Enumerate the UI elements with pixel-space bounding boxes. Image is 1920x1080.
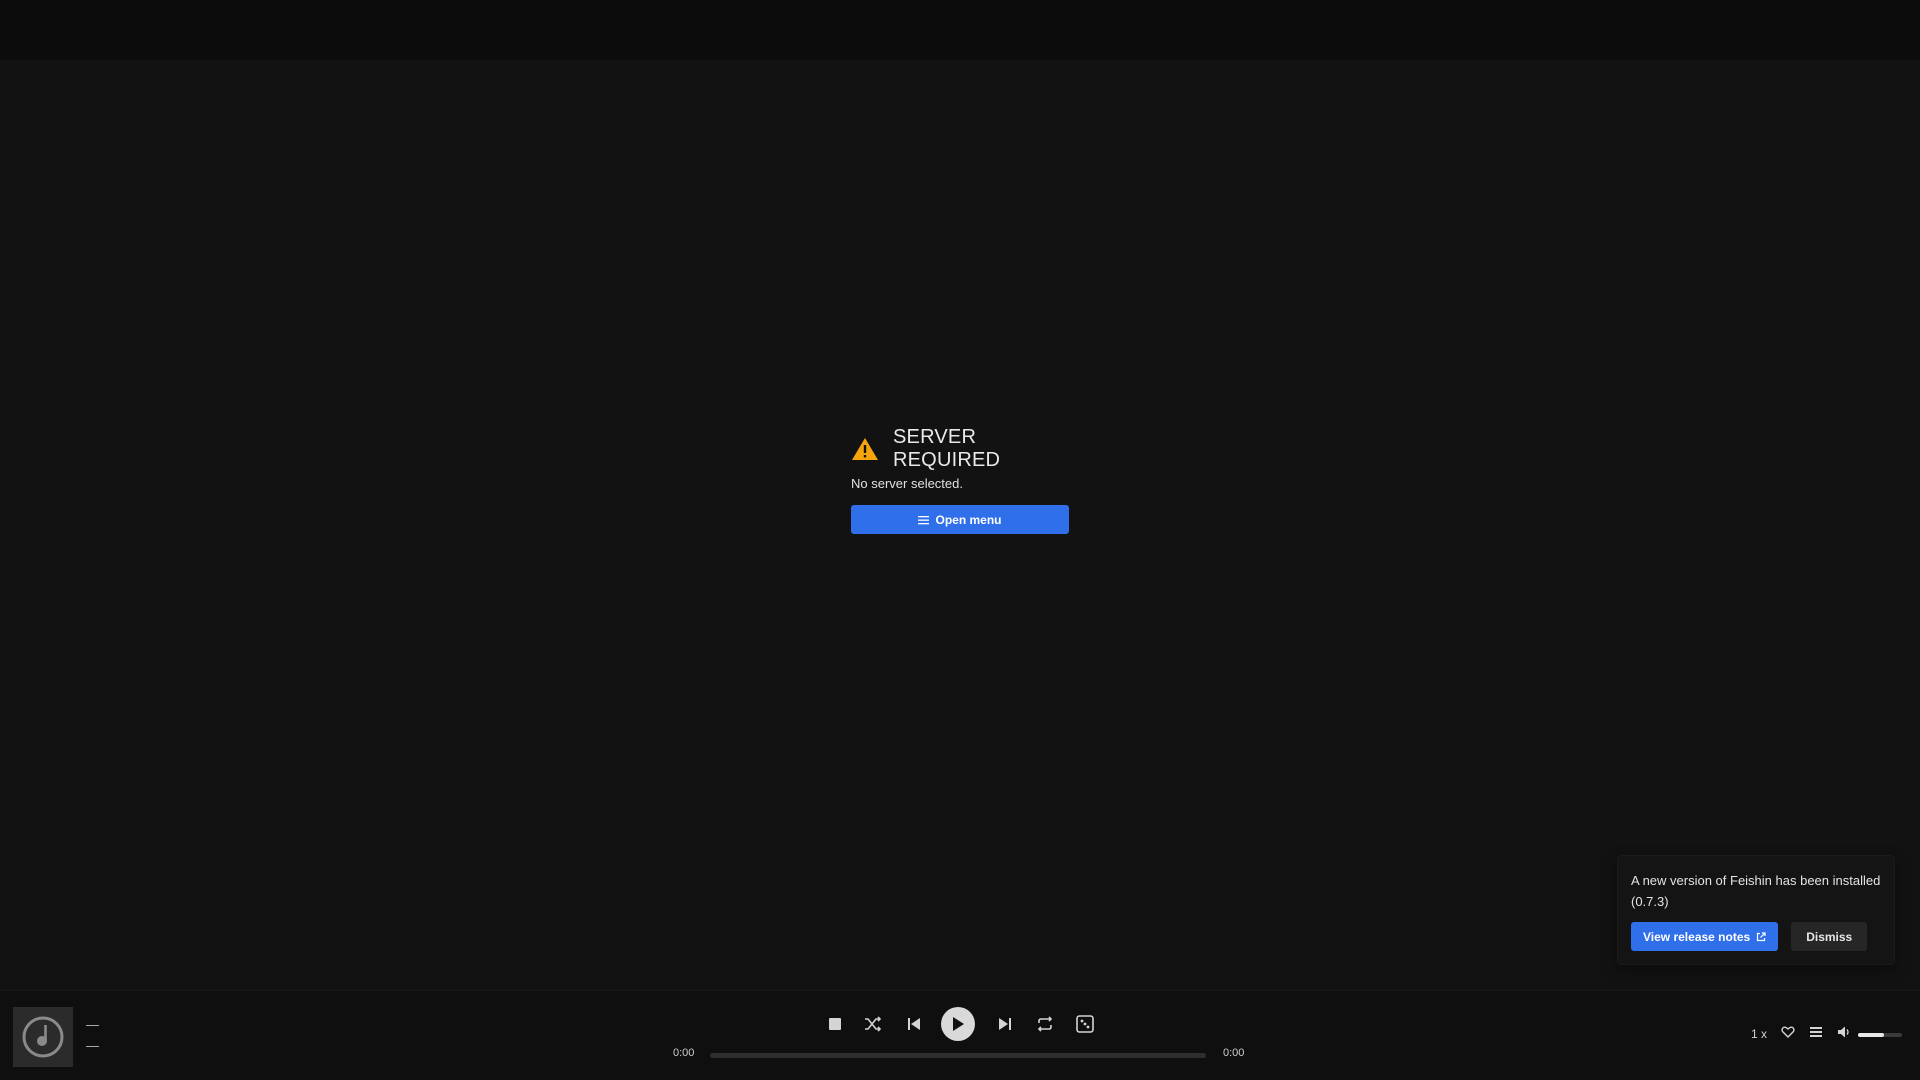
stop-icon: [829, 1018, 841, 1030]
heart-icon: [1781, 1026, 1795, 1038]
title-bar: [0, 0, 1920, 60]
stop-button[interactable]: [820, 1007, 850, 1041]
shuffle-button[interactable]: [858, 1007, 888, 1041]
album-art-placeholder[interactable]: [13, 1007, 73, 1067]
view-release-notes-button[interactable]: View release notes: [1631, 922, 1779, 951]
seek-slider[interactable]: [710, 1053, 1206, 1058]
update-notification: A new version of Feishin has been instal…: [1618, 856, 1894, 964]
shuffle-icon: [865, 1016, 882, 1032]
repeat-icon: [1037, 1016, 1053, 1032]
queue-button[interactable]: [1809, 1025, 1823, 1045]
volume-level: [1858, 1033, 1885, 1037]
server-required-panel: SERVER REQUIRED No server selected. Open…: [851, 426, 1069, 534]
play-button[interactable]: [941, 1007, 975, 1041]
mute-button[interactable]: [1837, 1025, 1851, 1045]
play-icon: [953, 1017, 964, 1031]
player-bar: — —: [0, 990, 1920, 1080]
repeat-button[interactable]: [1030, 1007, 1060, 1041]
error-title-row: SERVER REQUIRED: [851, 426, 1069, 471]
open-menu-label: Open menu: [935, 512, 1002, 527]
warning-icon: [851, 437, 879, 461]
track-artist[interactable]: —: [86, 1038, 99, 1053]
release-notes-label: View release notes: [1643, 929, 1751, 944]
next-button[interactable]: [990, 1007, 1020, 1041]
favorite-button[interactable]: [1781, 1025, 1795, 1045]
update-actions: View release notes Dismiss: [1631, 922, 1881, 951]
external-link-icon: [1756, 931, 1766, 942]
playback-controls: [820, 1007, 1100, 1041]
error-message: No server selected.: [851, 476, 963, 491]
music-disc-icon: [22, 1016, 64, 1058]
error-title: SERVER REQUIRED: [893, 426, 1001, 471]
volume-slider[interactable]: [1858, 1033, 1902, 1037]
dice-icon: [1076, 1015, 1094, 1033]
open-menu-button[interactable]: Open menu: [851, 505, 1069, 534]
queue-list-icon: [1810, 1027, 1822, 1037]
playback-speed-button[interactable]: 1 x: [1751, 1027, 1767, 1041]
dismiss-button[interactable]: Dismiss: [1791, 922, 1868, 951]
duration-time: 0:00: [1223, 1047, 1245, 1059]
skip-next-icon: [999, 1018, 1011, 1030]
random-button[interactable]: [1070, 1007, 1100, 1041]
menu-icon: [918, 515, 930, 525]
skip-previous-icon: [908, 1018, 920, 1030]
volume-icon: [1838, 1026, 1849, 1038]
update-message: A new version of Feishin has been instal…: [1631, 873, 1881, 909]
previous-button[interactable]: [899, 1007, 929, 1041]
elapsed-time: 0:00: [673, 1047, 695, 1059]
track-title[interactable]: —: [86, 1017, 99, 1032]
